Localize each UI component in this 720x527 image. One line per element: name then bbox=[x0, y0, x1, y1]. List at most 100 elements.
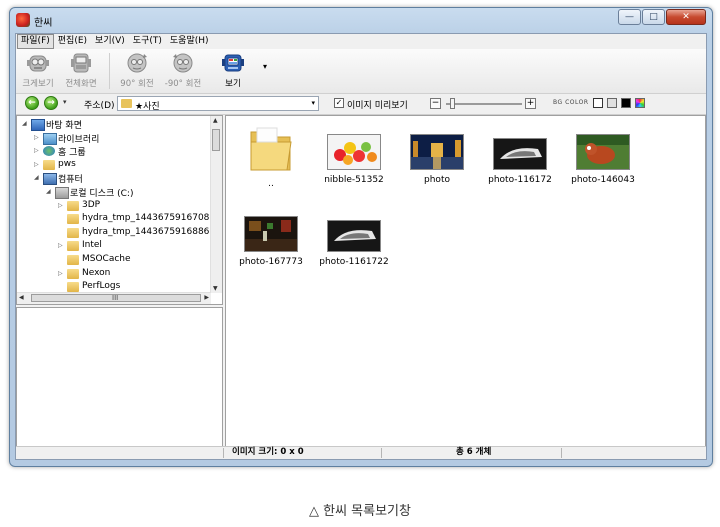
address-label: 주소(D) bbox=[84, 101, 115, 111]
zoom-slider-track[interactable] bbox=[446, 103, 522, 105]
tree-item-label: PerfLogs bbox=[82, 281, 121, 292]
thumbnail-image bbox=[410, 134, 464, 170]
file-name: nibble-51352 bbox=[324, 175, 384, 185]
rotate-ccw-button[interactable]: -90° 회전 bbox=[162, 51, 204, 91]
view-button[interactable]: 보기 bbox=[212, 51, 254, 91]
tree-collapsed-icon[interactable]: ▷ bbox=[58, 242, 63, 249]
enlarge-button[interactable]: 크게보기 bbox=[17, 51, 59, 91]
address-dropdown-icon[interactable]: ▾ bbox=[311, 99, 315, 107]
toolbar-separator bbox=[109, 53, 110, 89]
minimize-button[interactable]: — bbox=[618, 9, 641, 25]
tree-vertical-scrollbar[interactable]: ▲ ▼ bbox=[210, 116, 222, 293]
window-title: 한씨 bbox=[34, 18, 53, 29]
tree-collapsed-icon[interactable]: ▷ bbox=[58, 202, 63, 209]
tree-item-label: 로컬 디스크 (C:) bbox=[70, 189, 134, 199]
menu-edit[interactable]: 편집(E) bbox=[54, 35, 91, 48]
tree-expanded-icon[interactable]: ◢ bbox=[22, 120, 27, 127]
window-controls: — □ ✕ bbox=[618, 9, 706, 25]
tree-item-label: Intel bbox=[82, 240, 102, 251]
file-item-1161722[interactable]: photo-1161722 bbox=[315, 216, 393, 267]
thumbnail-image bbox=[244, 216, 298, 252]
menu-view[interactable]: 보기(V) bbox=[91, 35, 129, 48]
magnify-robot-icon bbox=[27, 55, 49, 72]
thumbnail-view: .. nibble-51352 photo photo-116172 photo… bbox=[225, 115, 706, 450]
tree-expanded-icon[interactable]: ◢ bbox=[34, 174, 39, 181]
tree-horizontal-scrollbar[interactable]: ◀ III ▶ bbox=[17, 292, 211, 304]
folder-icon bbox=[67, 282, 79, 293]
menu-help[interactable]: 도움말(H) bbox=[166, 35, 213, 48]
fullscreen-button[interactable]: 전체화면 bbox=[60, 51, 102, 91]
thumbnail-image bbox=[576, 134, 630, 170]
tree-hscroll-thumb[interactable]: III bbox=[31, 294, 201, 302]
parent-folder-icon bbox=[250, 127, 292, 171]
folder-icon bbox=[67, 268, 79, 279]
status-divider bbox=[223, 448, 224, 458]
file-name: photo bbox=[424, 175, 450, 185]
bg-color-custom[interactable] bbox=[635, 98, 645, 108]
tree-item-label: hydra_tmp_1443675916886 bbox=[82, 226, 210, 237]
bg-color-gray[interactable] bbox=[607, 98, 617, 108]
tree-expanded-icon[interactable]: ◢ bbox=[46, 188, 51, 195]
tree-collapsed-icon[interactable]: ▷ bbox=[58, 270, 63, 277]
file-item-167773[interactable]: photo-167773 bbox=[232, 216, 310, 267]
tree-item-label: hydra_tmp_1443675916708 bbox=[82, 213, 210, 224]
zoom-in-button[interactable]: + bbox=[525, 98, 536, 109]
library-icon bbox=[43, 132, 57, 145]
app-icon[interactable] bbox=[16, 13, 30, 27]
view-label: 보기 bbox=[225, 79, 241, 89]
file-item-146043[interactable]: photo-146043 bbox=[564, 134, 642, 185]
computer-icon bbox=[43, 173, 57, 186]
client-area: 파일(F) 편집(E) 보기(V) 도구(T) 도움말(H) 크게보기 전체화면… bbox=[15, 33, 707, 460]
status-image-size: 이미지 크기: 0 x 0 bbox=[232, 447, 304, 457]
file-item-116172[interactable]: photo-116172 bbox=[481, 134, 559, 185]
rotate-cw-button[interactable]: 90° 회전 bbox=[116, 51, 158, 91]
bar-thumbnail bbox=[245, 217, 297, 251]
back-button[interactable]: ← bbox=[25, 96, 39, 110]
scroll-right-icon[interactable]: ▶ bbox=[204, 294, 209, 301]
tree-item-label: 라이브러리 bbox=[58, 134, 100, 145]
folder-icon bbox=[67, 214, 79, 225]
thumbnail-image bbox=[493, 138, 547, 170]
bg-color-black[interactable] bbox=[621, 98, 631, 108]
preview-checkbox[interactable]: ✓ bbox=[334, 98, 344, 108]
title-bar[interactable]: 한씨 — □ ✕ bbox=[10, 8, 712, 32]
folder-icon bbox=[67, 200, 79, 211]
rotate-cw-robot-icon bbox=[127, 53, 147, 73]
tree-item-label: Nexon bbox=[82, 267, 111, 278]
history-dropdown-icon[interactable]: ▾ bbox=[63, 98, 67, 106]
user-folder-icon bbox=[43, 159, 55, 170]
file-item-parent[interactable]: .. bbox=[232, 124, 310, 189]
toolbar-more-arrow[interactable]: ▾ bbox=[263, 62, 267, 71]
menu-file[interactable]: 파일(F) bbox=[17, 34, 54, 49]
tree-collapsed-icon[interactable]: ▷ bbox=[34, 161, 39, 168]
forward-button[interactable]: → bbox=[44, 96, 58, 110]
file-name: photo-116172 bbox=[488, 175, 552, 185]
tree-collapsed-icon[interactable]: ▷ bbox=[34, 147, 39, 154]
maximize-button[interactable]: □ bbox=[642, 9, 665, 25]
view-robot-icon bbox=[222, 54, 244, 72]
folder-icon bbox=[121, 99, 132, 108]
address-input[interactable]: ★사진 ▾ bbox=[117, 96, 319, 112]
tree-item-label: 컴퓨터 bbox=[58, 175, 83, 186]
folder-icon bbox=[67, 227, 79, 238]
folder-icon bbox=[67, 255, 79, 265]
close-button[interactable]: ✕ bbox=[666, 9, 706, 25]
file-name: photo-1161722 bbox=[319, 257, 389, 267]
zoom-slider-thumb[interactable] bbox=[449, 98, 455, 109]
file-name: .. bbox=[268, 179, 274, 189]
red-panda-thumbnail bbox=[577, 135, 629, 169]
tree-item-label: pws bbox=[58, 158, 76, 169]
zoom-out-button[interactable]: − bbox=[430, 98, 441, 109]
bg-color-white[interactable] bbox=[593, 98, 603, 108]
file-item-nibble[interactable]: nibble-51352 bbox=[315, 134, 393, 185]
tree-collapsed-icon[interactable]: ▷ bbox=[34, 134, 39, 141]
scroll-up-icon[interactable]: ▲ bbox=[213, 117, 218, 124]
file-item-photo[interactable]: photo bbox=[398, 134, 476, 185]
tree-scroll-thumb[interactable] bbox=[212, 129, 220, 151]
scroll-down-icon[interactable]: ▼ bbox=[213, 285, 218, 292]
rotate-cw-label: 90° 회전 bbox=[120, 79, 154, 89]
app-window: 한씨 — □ ✕ 파일(F) 편집(E) 보기(V) 도구(T) 도움말(H) … bbox=[9, 7, 713, 467]
scroll-left-icon[interactable]: ◀ bbox=[19, 294, 24, 301]
rotate-ccw-robot-icon bbox=[173, 53, 193, 73]
menu-tools[interactable]: 도구(T) bbox=[129, 35, 166, 48]
